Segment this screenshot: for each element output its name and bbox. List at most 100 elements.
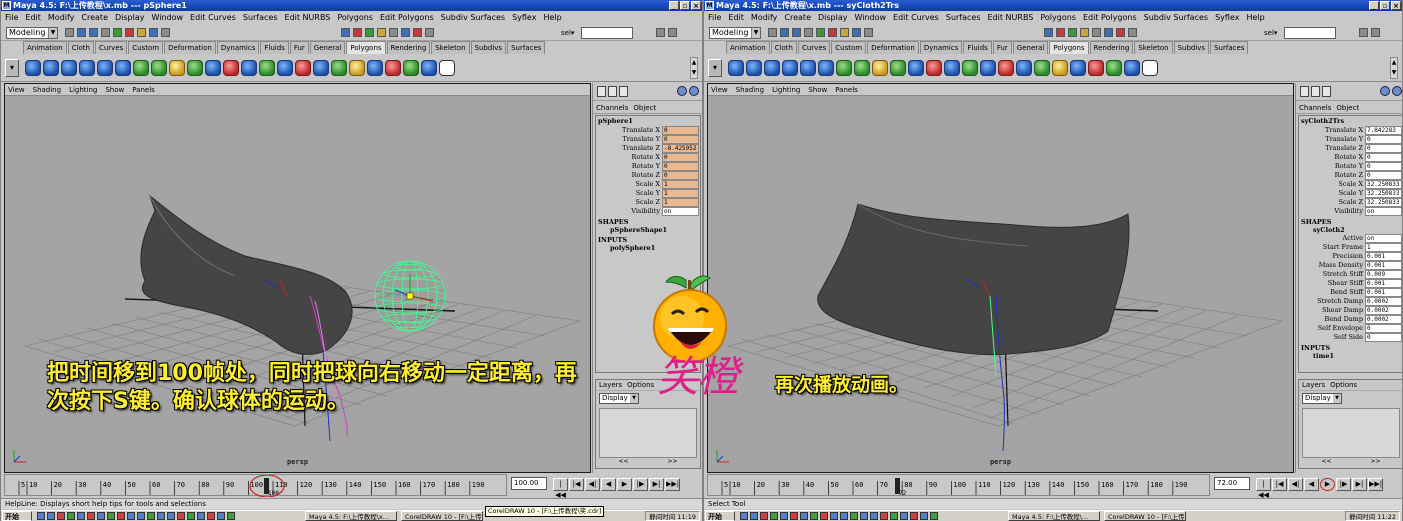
hypergraph-icon[interactable] [1392, 86, 1402, 96]
snap-curve-icon[interactable] [149, 28, 158, 37]
menu-file[interactable]: File [5, 11, 18, 24]
layers-menu[interactable]: Layers [599, 381, 622, 389]
viewport-menu-show[interactable]: Show [105, 84, 124, 95]
quicklaunch-icon[interactable] [217, 512, 225, 520]
quicklaunch-icon[interactable] [47, 512, 55, 520]
outliner-icon[interactable] [413, 28, 422, 37]
quicklaunch-icon[interactable] [870, 512, 878, 520]
viewport-menu-view[interactable]: View [8, 84, 25, 95]
play-forward-icon[interactable]: ▶ [617, 478, 632, 491]
scroll-left-icon[interactable]: << [618, 458, 628, 467]
attr-value-field[interactable]: 0.001 [1365, 279, 1402, 288]
menu-edit-nurbs[interactable]: Edit NURBS [285, 11, 331, 24]
menu-modify[interactable]: Modify [48, 11, 75, 24]
append-polygon-icon[interactable] [980, 60, 996, 76]
normals-icon[interactable] [1070, 60, 1086, 76]
step-back-frame-icon[interactable]: ◀| [1288, 478, 1303, 491]
uv-editor-icon[interactable] [385, 60, 401, 76]
subdivide-icon[interactable] [313, 60, 329, 76]
render-globals-icon[interactable] [1080, 28, 1089, 37]
quicklaunch-icon[interactable] [177, 512, 185, 520]
snap-curve-icon[interactable] [852, 28, 861, 37]
quicklaunch-icon[interactable] [800, 512, 808, 520]
select-object-icon[interactable] [816, 28, 825, 37]
select-hierarchy-icon[interactable] [804, 28, 813, 37]
attr-value-field[interactable]: 7.842283 [1365, 126, 1402, 135]
quicklaunch-icon[interactable] [37, 512, 45, 520]
shelf-tab-rendering[interactable]: Rendering [1089, 41, 1134, 54]
shelf-tab-deformation[interactable]: Deformation [867, 41, 919, 54]
quicklaunch-icon[interactable] [127, 512, 135, 520]
bevel-icon[interactable] [241, 60, 257, 76]
attr-value-field[interactable]: on [662, 207, 699, 216]
input-node-name[interactable]: polySphere1 [596, 244, 700, 252]
attr-value-field[interactable]: 32.250833 [1365, 189, 1402, 198]
quicklaunch-icon[interactable] [137, 512, 145, 520]
attribute-editor-toggle-icon[interactable] [668, 28, 677, 37]
shape-node-name[interactable]: pSphereShape1 [596, 226, 700, 234]
menu-create[interactable]: Create [784, 11, 811, 24]
cloth-mesh[interactable] [817, 203, 1130, 356]
layer-list[interactable] [599, 408, 697, 458]
merge-vertices-icon[interactable] [259, 60, 275, 76]
subdivide-icon[interactable] [1016, 60, 1032, 76]
save-scene-icon[interactable] [792, 28, 801, 37]
attr-value-field[interactable]: 0 [662, 162, 699, 171]
viewport-menu-shading[interactable]: Shading [736, 84, 764, 95]
spherical-map-icon[interactable] [1142, 60, 1158, 76]
go-to-start-icon[interactable]: |◀◀ [1256, 478, 1271, 499]
step-back-frame-icon[interactable]: ◀| [585, 478, 600, 491]
menu-set-dropdown[interactable]: Modeling ▼ [709, 27, 761, 39]
menu-modify[interactable]: Modify [751, 11, 778, 24]
quicklaunch-icon[interactable] [810, 512, 818, 520]
display-layer-dropdown[interactable]: Display ▼ [1302, 393, 1342, 404]
quicklaunch-icon[interactable] [97, 512, 105, 520]
quicklaunch-icon[interactable] [930, 512, 938, 520]
quicklaunch-icon[interactable] [890, 512, 898, 520]
attr-value-field[interactable]: 0.0002 [1365, 297, 1402, 306]
options-menu[interactable]: Options [627, 381, 654, 389]
attr-value-field[interactable]: 1 [662, 180, 699, 189]
step-forward-key-icon[interactable]: ▶| [1352, 478, 1367, 491]
bevel-icon[interactable] [944, 60, 960, 76]
menu-window[interactable]: Window [855, 11, 887, 24]
shelf-scroll[interactable]: ▲ ▼ [690, 57, 698, 79]
minimize-button[interactable]: _ [1369, 1, 1379, 10]
viewport-menu-show[interactable]: Show [808, 84, 827, 95]
channel-box-toggle-icon[interactable] [656, 28, 665, 37]
quicklaunch-icon[interactable] [157, 512, 165, 520]
outliner-icon[interactable] [1116, 28, 1125, 37]
viewport-menu-view[interactable]: View [711, 84, 728, 95]
menu-edit[interactable]: Edit [25, 11, 41, 24]
menu-file[interactable]: File [708, 11, 721, 24]
quicklaunch-icon[interactable] [197, 512, 205, 520]
combine-icon[interactable] [836, 60, 852, 76]
perspective-viewport[interactable]: View Shading Lighting Show Panels persp [707, 83, 1294, 473]
history-icon[interactable] [1044, 28, 1053, 37]
menu-window[interactable]: Window [152, 11, 184, 24]
quicklaunch-icon[interactable] [910, 512, 918, 520]
extrude-edge-icon[interactable] [908, 60, 924, 76]
options-menu[interactable]: Options [1330, 381, 1357, 389]
quicklaunch-icon[interactable] [107, 512, 115, 520]
panel-layout-icon[interactable] [401, 28, 410, 37]
select-object-icon[interactable] [113, 28, 122, 37]
attr-value-field[interactable]: 0 [1365, 324, 1402, 333]
selection-input[interactable] [1284, 27, 1336, 39]
step-forward-key-icon[interactable]: ▶| [649, 478, 664, 491]
step-forward-frame-icon[interactable]: |▶ [1336, 478, 1351, 491]
delete-edge-icon[interactable] [295, 60, 311, 76]
shelf-tab-dynamics[interactable]: Dynamics [216, 41, 260, 54]
quicklaunch-icon[interactable] [880, 512, 888, 520]
ipr-render-icon[interactable] [365, 28, 374, 37]
separate-icon[interactable] [151, 60, 167, 76]
attr-value-field[interactable]: 0 [1365, 153, 1402, 162]
hypergraph-icon[interactable] [689, 86, 699, 96]
shelf-tab-fluids[interactable]: Fluids [260, 41, 289, 54]
new-scene-icon[interactable] [768, 28, 777, 37]
render-view-icon[interactable] [677, 86, 687, 96]
hypershade-icon[interactable] [1128, 28, 1137, 37]
shelf-tab-general[interactable]: General [1012, 41, 1049, 54]
object-menu[interactable]: Object [1336, 102, 1359, 113]
menu-surfaces[interactable]: Surfaces [946, 11, 981, 24]
